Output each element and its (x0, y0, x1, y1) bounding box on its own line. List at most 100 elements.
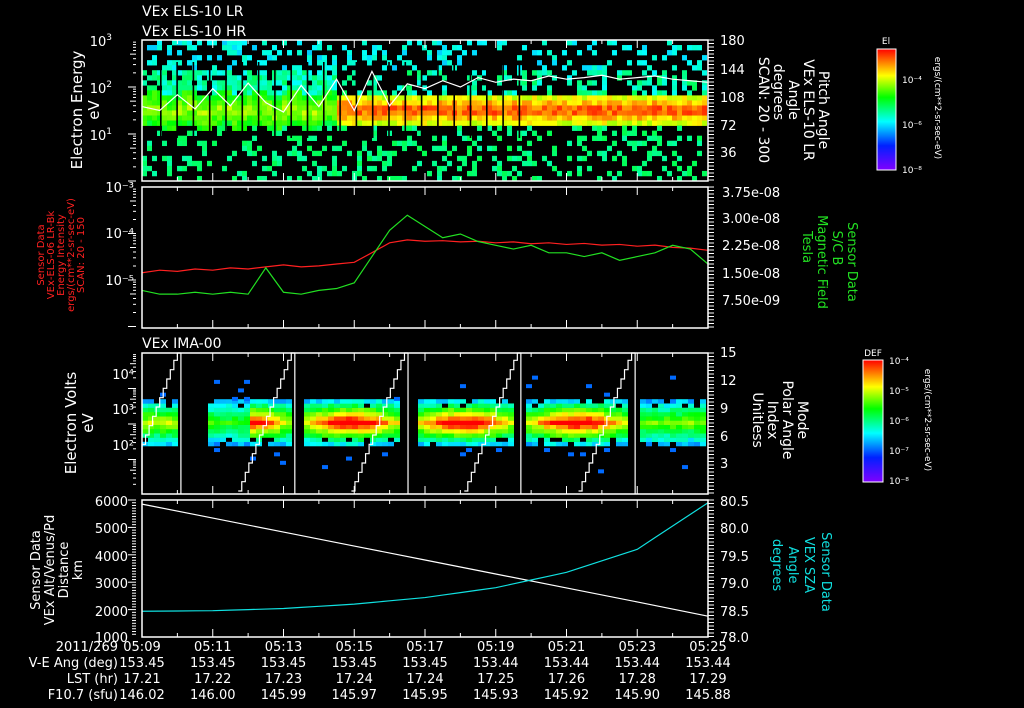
spectrogram-cell (277, 90, 282, 96)
spectrogram-cell (312, 150, 317, 157)
spectrogram-cell (647, 135, 652, 142)
spectrogram-cell (177, 140, 182, 147)
spectrogram-cell (598, 420, 604, 425)
spectrogram-cell (167, 105, 172, 111)
spectrogram-cell (358, 407, 364, 413)
spectrogram-cell (232, 40, 237, 46)
spectrogram-cell (227, 115, 232, 121)
spectrogram-cell (682, 433, 688, 438)
panel1-right-title: Pitch Angle VEx ELS-10 LR Angle degrees … (755, 57, 831, 163)
spectrogram-cell (682, 437, 688, 443)
spectrogram-cell (148, 441, 154, 447)
spectrogram-cell (597, 65, 602, 71)
spectrogram-cell (177, 165, 182, 172)
spectrogram-cell (557, 115, 562, 121)
spectrogram-cell (304, 441, 310, 447)
spectrogram-cell (162, 110, 167, 116)
spectrogram-cell (310, 399, 316, 404)
spectrogram-cell (328, 399, 334, 404)
spectrogram-cell (487, 90, 492, 96)
spectrogram-cell (542, 115, 547, 121)
spectrogram-cell (642, 115, 647, 121)
spectrogram-cell (412, 125, 417, 131)
spectrogram-cell (582, 85, 587, 91)
spectrogram-cell (580, 433, 586, 438)
spectrogram-cell (702, 105, 707, 111)
spectrogram-cell (597, 130, 602, 136)
axis-title: VEx ELS-10 LR (800, 59, 816, 161)
spectrogram-cell (382, 100, 387, 106)
spectrogram-cell (460, 437, 466, 443)
spectrogram-cell (646, 403, 652, 408)
spectrogram-cell (377, 95, 382, 101)
spectrogram-cell (222, 40, 227, 46)
spectrogram-cell (454, 416, 460, 421)
spectrogram-cell (304, 420, 310, 425)
spectrogram-cell (532, 130, 537, 136)
spectrogram-cell (407, 135, 412, 142)
spectrogram-cell (447, 115, 452, 121)
spectrogram-cell (422, 120, 427, 126)
spectrogram-cell (532, 120, 537, 126)
spectrogram-cell (647, 100, 652, 106)
spectrogram-cell (427, 90, 432, 96)
panel2-left-title: Sensor Data VEx-ELS-06 LR-Bk Energy Inte… (36, 198, 87, 312)
spectrogram-cell (147, 75, 152, 81)
spectrogram-cell (580, 407, 586, 413)
spectrogram-cell (497, 105, 502, 111)
spectrogram-cell (577, 105, 582, 111)
spectrogram-cell (642, 130, 647, 136)
spectrogram-cell (538, 403, 544, 408)
tick-label: 1.50e-08 (722, 267, 780, 282)
spectrogram-cell (647, 120, 652, 126)
spectrogram-cell (244, 441, 250, 447)
footer-value: 145.92 (544, 688, 590, 703)
spectrogram-cell (462, 100, 467, 106)
spectrogram-cell (187, 80, 192, 86)
spectrogram-cell (237, 50, 242, 56)
spectrogram-cell (364, 399, 370, 404)
spectrogram-cell (627, 115, 632, 121)
spectrogram-cell (367, 120, 372, 126)
spectrogram-cell (357, 155, 362, 162)
spectrogram-cell (274, 416, 280, 421)
spectrogram-cell (522, 160, 527, 167)
spectrogram-cell (212, 95, 217, 101)
spectrogram-cell (697, 95, 702, 101)
spectrogram-cell (286, 420, 292, 425)
spectrogram-cell (642, 110, 647, 116)
spectrogram-cell (422, 150, 427, 157)
spectrogram-cell (202, 145, 207, 152)
spectrogram-cell (568, 437, 574, 443)
spectrogram-cell (367, 55, 372, 61)
spectrogram-cell (407, 100, 412, 106)
spectrogram-cell (592, 65, 597, 71)
spectrogram-cell (627, 140, 632, 147)
spectrogram-cell (637, 105, 642, 111)
spectrogram-cell (616, 399, 622, 404)
spectrogram-cell (512, 120, 517, 126)
spectrogram-cell (242, 55, 247, 61)
spectrogram-cell (580, 416, 586, 421)
spectrogram-cell (312, 85, 317, 91)
data-gap (176, 62, 178, 138)
spectrogram-cell (418, 407, 424, 413)
spectrogram-cell (376, 403, 382, 408)
spectrogram-cell (172, 110, 177, 116)
spectrogram-cell (568, 429, 574, 434)
tick-label: 101 (90, 127, 112, 144)
footer-value: 153.45 (119, 656, 165, 671)
spectrogram-cell (598, 416, 604, 421)
panel3-right-axis: 15 12 9 6 3 (720, 346, 737, 472)
spectrogram-cell (208, 420, 214, 425)
spectrogram-cell (552, 100, 557, 106)
spectrogram-cell (232, 411, 238, 417)
spectrogram-cell (646, 441, 652, 447)
spectrogram-cell (577, 85, 582, 91)
spectrogram-cell (632, 120, 637, 126)
spectrogram-cell (582, 110, 587, 116)
spectrogram-cell (522, 150, 527, 157)
spectrogram-cell (670, 437, 676, 443)
spectrogram-cell (277, 160, 282, 167)
spectrogram-cell (490, 433, 496, 438)
